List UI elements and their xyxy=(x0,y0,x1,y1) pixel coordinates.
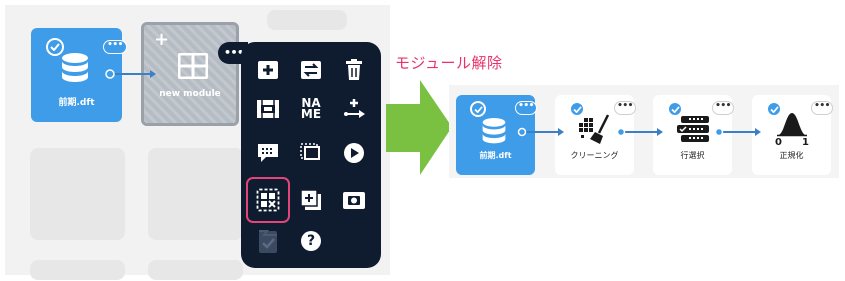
help-icon[interactable]: ? xyxy=(296,226,326,256)
source-node[interactable]: ••• 前期.dft xyxy=(31,28,127,122)
more-options-button[interactable]: ••• xyxy=(515,101,537,115)
column-icon[interactable] xyxy=(253,94,283,124)
help-symbol: ? xyxy=(301,231,321,251)
transition-arrow-icon xyxy=(386,80,452,175)
screenshot-root: ••• 前期.dft + new module ••• NA ME ? モジュー… xyxy=(0,0,845,281)
comment-icon[interactable] xyxy=(253,138,283,168)
ungroup-module-icon[interactable] xyxy=(253,185,283,215)
clipboard-check-icon[interactable] xyxy=(253,226,283,256)
name-icon[interactable]: NA ME xyxy=(296,94,326,124)
empty-slot[interactable] xyxy=(267,10,347,30)
more-options-button[interactable]: ••• xyxy=(811,101,833,115)
annotation-title: モジュール解除 xyxy=(395,54,503,72)
module-grid-icon xyxy=(178,53,208,79)
node-label: クリーニング xyxy=(570,151,619,160)
broom-icon xyxy=(579,114,610,144)
result-node-normalize[interactable]: ••• 0 1 正規化 xyxy=(752,95,833,175)
empty-slot[interactable] xyxy=(30,260,125,280)
node-label: 行選択 xyxy=(680,151,705,160)
copy-module-icon[interactable] xyxy=(296,185,326,215)
empty-slot[interactable] xyxy=(30,148,125,240)
swap-icon[interactable] xyxy=(296,55,326,85)
trash-icon[interactable] xyxy=(339,55,369,85)
node-label: 正規化 xyxy=(779,151,804,160)
empty-slot[interactable] xyxy=(148,260,243,280)
axis-label-one: 1 xyxy=(802,137,809,148)
module-node[interactable]: + new module xyxy=(141,22,239,126)
database-icon xyxy=(62,53,88,82)
more-options-button[interactable]: ••• xyxy=(712,101,734,115)
plus-arrow-icon[interactable] xyxy=(339,94,369,124)
result-node-cleaning[interactable]: ••• クリーニング xyxy=(555,95,636,175)
result-node-row-select[interactable]: ••• 行選択 xyxy=(653,95,734,175)
play-icon[interactable] xyxy=(339,138,369,168)
result-node-source[interactable]: ••• 前期.dft xyxy=(456,95,537,175)
node-label: 前期.dft xyxy=(479,151,512,160)
database-icon xyxy=(482,118,506,144)
add-icon[interactable]: + xyxy=(154,31,169,49)
empty-slot[interactable] xyxy=(148,148,243,240)
node-label: new module xyxy=(159,89,221,99)
node-label: 前期.dft xyxy=(58,98,95,108)
check-icon xyxy=(470,101,486,117)
select-box-icon[interactable] xyxy=(296,138,326,168)
more-options-button[interactable]: ••• xyxy=(103,40,127,54)
row-select-icon xyxy=(677,116,709,142)
axis-label-zero: 0 xyxy=(775,137,782,148)
name-icon-line2: ME xyxy=(300,107,322,121)
screenshot-icon[interactable] xyxy=(339,185,369,215)
add-node-icon[interactable] xyxy=(253,55,283,85)
more-options-button[interactable]: ••• xyxy=(614,101,636,115)
normal-curve-icon xyxy=(777,113,807,137)
